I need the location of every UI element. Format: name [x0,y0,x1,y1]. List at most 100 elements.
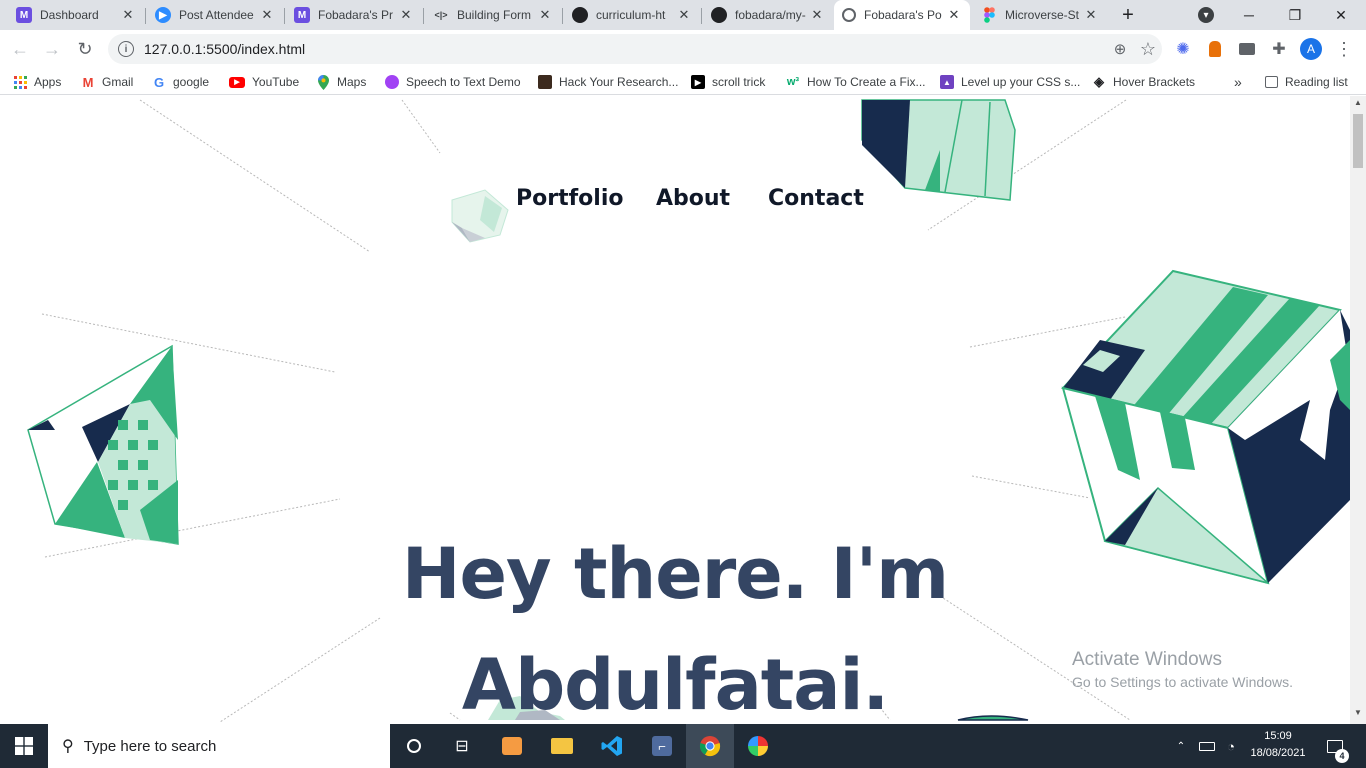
battery-icon[interactable] [1196,724,1218,768]
bookmark-label: Apps [34,75,62,89]
nav-link-contact[interactable]: Contact [768,186,864,211]
tab-title: Dashboard [40,8,99,22]
bookmark-label: Hack Your Research... [559,75,679,89]
vscode-icon[interactable] [588,724,636,768]
tab-favicon-icon: M [16,7,32,23]
scroll-up-icon[interactable]: ▲ [1350,98,1366,112]
youtube-icon: ▶ [229,76,245,88]
google-icon: G [153,74,165,90]
chrome-taskbar-icon[interactable] [686,724,734,768]
tab-title: Microverse-St [1005,8,1080,22]
paint-app-icon[interactable] [734,724,782,768]
bookmark-hack-research[interactable]: Hack Your Research... [538,72,678,92]
new-tab-button[interactable]: + [1106,0,1150,30]
menu-dots-icon[interactable]: ⋮ [1334,39,1354,59]
bookmark-label: Gmail [102,75,134,89]
bookmark-scroll-trick[interactable]: ▶ scroll trick [691,72,765,92]
notification-center-button[interactable]: 4 [1320,724,1350,768]
browser-toolbar: ← → ↻ i 127.0.0.1:5500/index.html ⊕ ☆ ✺ … [0,30,1366,68]
extension-sparkle-icon[interactable]: ✺ [1173,39,1193,59]
windows-taskbar: ⚲ Type here to search ⊟ ⌐ ⌃ ◔ 15:09 18/0… [0,724,1366,768]
zoom-icon[interactable]: ⊕ [1106,40,1134,58]
figma-icon [981,7,997,23]
taskbar-search-box[interactable]: ⚲ Type here to search [48,724,390,768]
profile-avatar[interactable]: A [1300,38,1322,60]
nav-link-portfolio[interactable]: Portfolio [516,186,624,211]
tab[interactable]: <|> Building Form ✕ [425,0,561,30]
left-pyramid-shape [27,344,179,545]
bookmark-speech-demo[interactable]: Speech to Text Demo [385,72,521,92]
reading-list-button[interactable]: Reading list [1265,72,1348,92]
star-icon[interactable]: ☆ [1134,39,1162,60]
file-explorer-icon[interactable] [538,724,586,768]
scroll-down-icon[interactable]: ▼ [1350,708,1366,722]
bookmark-maps[interactable]: Maps [316,72,366,92]
bookmark-google[interactable]: G google [152,72,209,92]
clock-date: 18/08/2021 [1250,747,1306,759]
extensions-puzzle-icon[interactable]: ✚ [1269,39,1289,59]
tab-favicon-icon: ▶ [155,7,171,23]
close-icon[interactable]: ✕ [946,7,962,23]
scroll-icon: ▶ [691,75,705,89]
bookmarks-overflow-button[interactable]: » [1234,72,1242,92]
speech-icon [385,75,399,89]
tab[interactable]: fobadara/my- ✕ [703,0,833,30]
notification-count-badge: 4 [1335,749,1349,763]
url-text[interactable]: 127.0.0.1:5500/index.html [144,41,1106,57]
tab[interactable]: ▶ Post Attendee ✕ [147,0,283,30]
chevron-down-icon: ▾ [1198,7,1214,23]
tab[interactable]: M Fobadara's Pr ✕ [286,0,422,30]
bookmark-w3schools[interactable]: w³ How To Create a Fix... [786,72,926,92]
close-icon[interactable]: ✕ [120,7,136,23]
close-icon[interactable]: ✕ [676,7,692,23]
browser-tab-strip: M Dashboard ✕ ▶ Post Attendee ✕ M Fobada… [0,0,1366,30]
start-button[interactable] [0,724,48,768]
close-icon[interactable]: ✕ [259,7,275,23]
github-icon [572,7,588,23]
tab-active[interactable]: Fobadara's Po ✕ [834,0,970,30]
tab[interactable]: Microverse-St ✕ [973,0,1107,30]
bookmark-youtube[interactable]: ▶ YouTube [229,72,299,92]
task-view-icon[interactable]: ⊟ [438,724,486,768]
bookmark-css-levelup[interactable]: ▲ Level up your CSS s... [940,72,1080,92]
bookmarks-bar: Apps M Gmail G google ▶ YouTube Maps Spe… [0,68,1366,95]
tab[interactable]: M Dashboard ✕ [8,0,144,30]
bookmark-apps[interactable]: Apps [13,72,61,92]
close-icon[interactable]: ✕ [398,7,414,23]
clock-app-icon[interactable]: ⌐ [638,724,686,768]
cortana-icon[interactable] [390,724,438,768]
restore-button[interactable]: ❐ [1272,0,1318,30]
tab[interactable]: curriculum-ht ✕ [564,0,700,30]
scrollbar-thumb[interactable] [1353,114,1363,168]
globe-icon [842,8,856,22]
forward-button[interactable]: → [40,37,64,61]
close-icon[interactable]: ✕ [1083,7,1099,23]
top-cube-shape [861,99,1016,201]
minimize-button[interactable]: ─ [1226,0,1272,30]
hero-heading-line-1: Hey there. I'm [401,533,949,615]
bookmark-label: Maps [337,75,367,89]
media-player-icon[interactable] [488,724,536,768]
tab-title: fobadara/my- [735,8,806,22]
reading-list-label: Reading list [1285,75,1348,89]
extension-hand-icon[interactable] [1205,39,1225,59]
logo-cube-shape [451,189,509,243]
show-hidden-icons-button[interactable]: ⌃ [1172,724,1190,768]
profile-menu-button[interactable]: ▾ [1184,0,1228,30]
back-button[interactable]: ← [8,37,32,61]
close-icon[interactable]: ✕ [809,7,825,23]
page-scrollbar[interactable]: ▲ ▼ [1350,96,1366,724]
camera-icon[interactable] [1237,39,1257,59]
reload-button[interactable]: ↻ [73,37,97,61]
tab-title: Post Attendee [179,8,254,22]
bookmark-hover-brackets[interactable]: ◈ Hover Brackets [1092,72,1195,92]
bookmark-gmail[interactable]: M Gmail [81,72,134,92]
tab-title: Building Form [457,8,532,22]
info-icon[interactable]: i [118,41,134,57]
taskbar-clock[interactable]: 15:09 18/08/2021 [1238,728,1318,762]
nav-link-about[interactable]: About [656,186,730,211]
close-icon[interactable]: ✕ [537,7,553,23]
address-bar[interactable]: i 127.0.0.1:5500/index.html ⊕ ☆ [108,34,1162,64]
window-close-button[interactable]: ✕ [1318,0,1364,30]
gmail-icon: M [82,74,94,90]
